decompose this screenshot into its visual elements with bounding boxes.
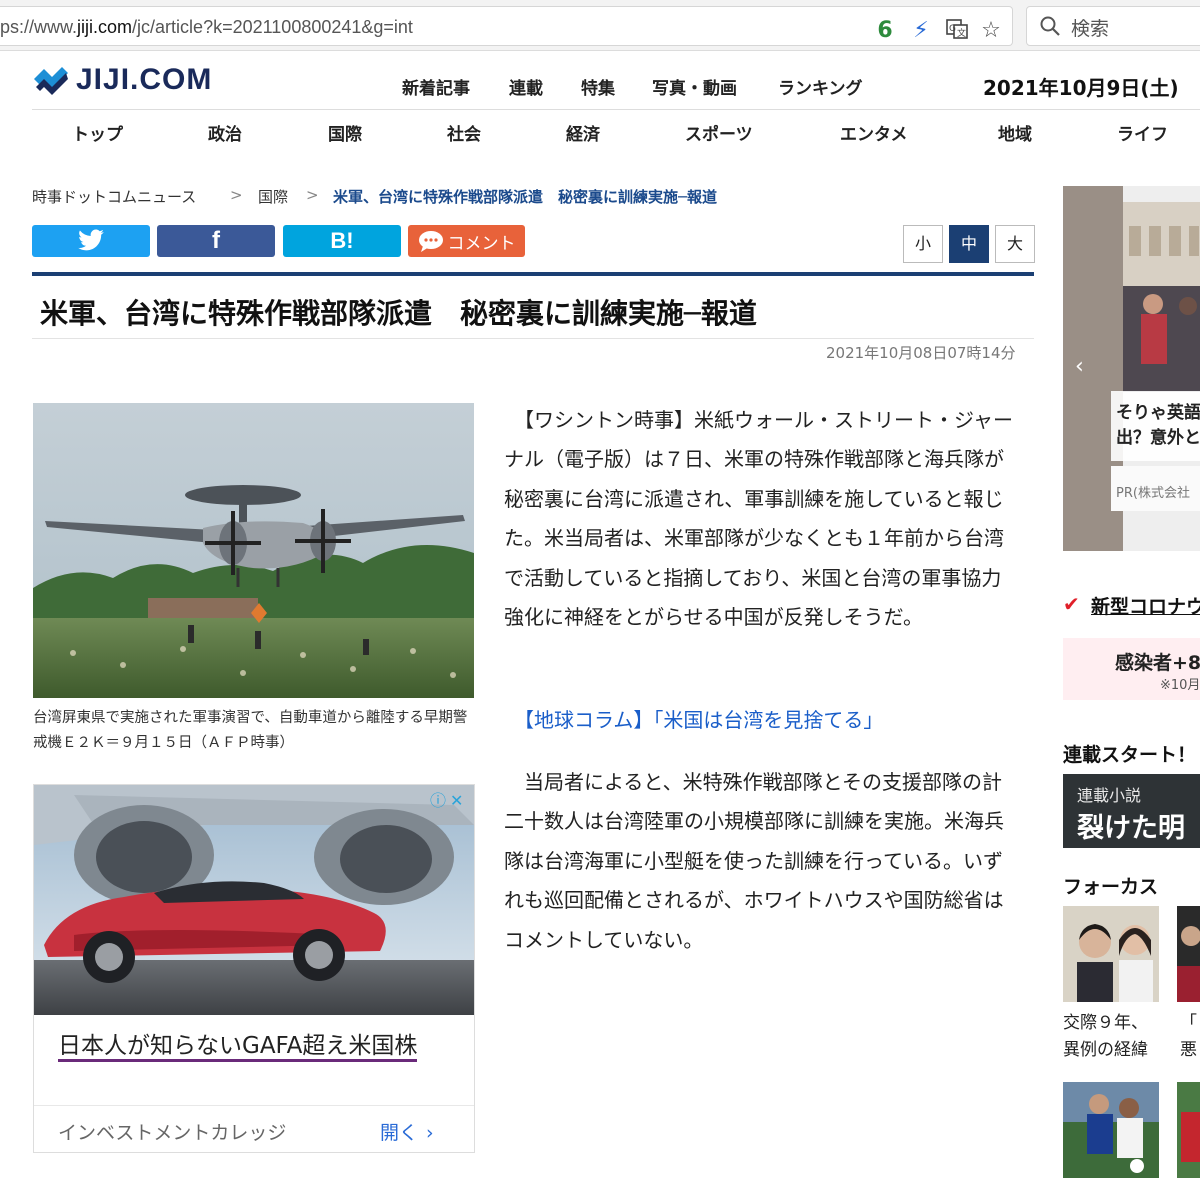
category-life[interactable]: ライフ [1117,120,1168,145]
focus-heading: フォーカス [1063,876,1159,898]
e2k-aircraft-photo [33,403,474,698]
article-timestamp: 2021年10月08日07時14分 [826,344,1016,362]
search-icon [1040,16,1060,36]
extension-badge-icon[interactable]: 6 [872,17,898,45]
banner-pr-label: PR(株式会社 [1116,486,1190,501]
browser-search-box[interactable]: 検索 [1026,6,1200,46]
title-divider [32,338,1034,339]
category-politics[interactable]: 政治 [208,120,242,145]
site-logo[interactable]: JIJI.COM [32,60,212,100]
covid-stats-box[interactable]: 感染者+8 ※10月 [1063,638,1200,700]
related-column-link[interactable]: 【地球コラム】「米国は台湾を見捨てる」 [514,704,883,733]
svg-text:G: G [949,24,956,34]
adchoices-icon[interactable]: ⓘ ✕ [430,787,463,811]
svg-text:文: 文 [957,27,966,39]
article-photo[interactable] [33,403,474,698]
category-international[interactable]: 国際 [328,120,362,145]
article-title: 米軍、台湾に特殊作戦部隊派遣 秘密裏に訓練実施─報道 [40,297,757,330]
bookmark-star-icon[interactable]: ☆ [978,17,1004,45]
covid-heading[interactable]: 新型コロナウ [1091,592,1200,619]
nav-serials[interactable]: 連載 [509,74,543,99]
banner-text: そりゃ英語 出？意外と [1116,403,1200,448]
chevron-left-icon[interactable]: ‹ [1075,354,1103,382]
url-text: ps://www.jiji.com/jc/article?k=202110080… [0,17,413,37]
category-regional[interactable]: 地域 [998,120,1032,145]
sidebar-banner[interactable]: ‹ そりゃ英語 出？意外と PR(株式会社 [1063,186,1200,551]
focus-thumbnail-2[interactable] [1177,906,1200,1002]
serial-banner-big: 裂けた明 [1077,813,1185,844]
soccer-photo [1063,1082,1159,1178]
font-size-medium-button[interactable]: 中 [949,225,989,263]
title-rule [32,272,1034,276]
category-top[interactable]: トップ [72,120,123,145]
breadcrumb-home[interactable]: 時事ドットコムニュース [32,186,196,207]
focus-photo-2 [1177,906,1200,1002]
covid-note: ※10月 [1160,678,1200,693]
category-economy[interactable]: 経済 [566,120,600,145]
browser-toolbar: ps://www.jiji.com/jc/article?k=202110080… [0,0,1200,51]
category-society[interactable]: 社会 [447,120,481,145]
facebook-f-icon: f [212,227,220,254]
twitter-share-button[interactable] [32,225,150,257]
focus-caption-1[interactable]: 交際９年、 異例の経緯 [1063,1010,1148,1064]
facebook-share-button[interactable]: f [157,225,275,257]
ad-open-button[interactable]: 開く › [380,1118,434,1145]
sponsored-ad[interactable]: ⓘ ✕ 日本人が知らないGAFA超え米国株 インベストメントカレッジ 開く › [33,784,475,1153]
header-date: 2021年10月9日(土) [983,76,1179,100]
nav-features[interactable]: 特集 [581,74,615,99]
serial-banner-small: 連載小説 [1077,786,1142,805]
nav-new-articles[interactable]: 新着記事 [402,74,470,99]
photo-caption: 台湾屏東県で実施された軍事演習で、自動車道から離陸する早期警戒機Ｅ２Ｋ＝９月１５… [33,710,468,751]
header-divider [32,109,1200,110]
search-placeholder: 検索 [1071,18,1110,40]
focus-photo-1 [1063,906,1159,1002]
article-paragraph-1: 【ワシントン時事】米紙ウォール・ストリート・ジャーナル（電子版）は７日、米軍の特… [504,408,1013,630]
twitter-bird-icon [78,229,104,251]
font-size-large-button[interactable]: 大 [995,225,1035,263]
chevron-right-icon: › [426,1122,434,1144]
comment-bubble-icon [418,231,443,252]
breadcrumb-section[interactable]: 国際 [258,186,288,207]
jiji-logo-icon [34,67,68,95]
nav-photo-video[interactable]: 写真・動画 [652,74,737,99]
ad-headline[interactable]: 日本人が知らないGAFA超え米国株 [58,1028,448,1064]
lightning-icon[interactable]: ⚡ [908,17,934,45]
ad-divider [34,1105,474,1106]
serial-banner[interactable]: 連載小説 裂けた明 [1063,774,1200,848]
category-sports[interactable]: スポーツ [685,120,753,145]
nav-ranking[interactable]: ランキング [778,74,863,99]
ad-advertiser: インベストメントカレッジ [58,1122,287,1144]
covid-infected: 感染者+8 [1115,652,1200,674]
category-entertainment[interactable]: エンタメ [840,120,908,145]
serial-heading: 連載スタート！ [1063,744,1197,766]
focus-photo-4 [1177,1082,1200,1178]
focus-thumbnail-3[interactable] [1063,1082,1159,1178]
breadcrumb-separator: > [230,186,243,204]
article-paragraph-2: 当局者によると、米特殊作戦部隊とその支援部隊の計二十数人は台湾陸軍の小規模部隊に… [504,770,1004,952]
breadcrumb-current: 米軍、台湾に特殊作戦部隊派遣 秘密裏に訓練実施─報道 [333,188,718,206]
car-and-jet-image [34,785,474,1015]
focus-thumbnail-4[interactable] [1177,1082,1200,1178]
focus-caption-2[interactable]: 「 悪 [1180,1010,1197,1064]
address-bar[interactable]: ps://www.jiji.com/jc/article?k=202110080… [0,6,1013,46]
font-size-small-button[interactable]: 小 [903,225,943,263]
hatena-bookmark-button[interactable]: B! [283,225,401,257]
breadcrumb-separator: > [306,186,319,204]
ad-image [34,785,474,1015]
checkmark-icon: ✔ [1063,592,1080,616]
translate-icon[interactable]: G文 [944,17,970,45]
comment-button[interactable]: コメント [408,225,525,257]
focus-thumbnail-1[interactable] [1063,906,1159,1002]
